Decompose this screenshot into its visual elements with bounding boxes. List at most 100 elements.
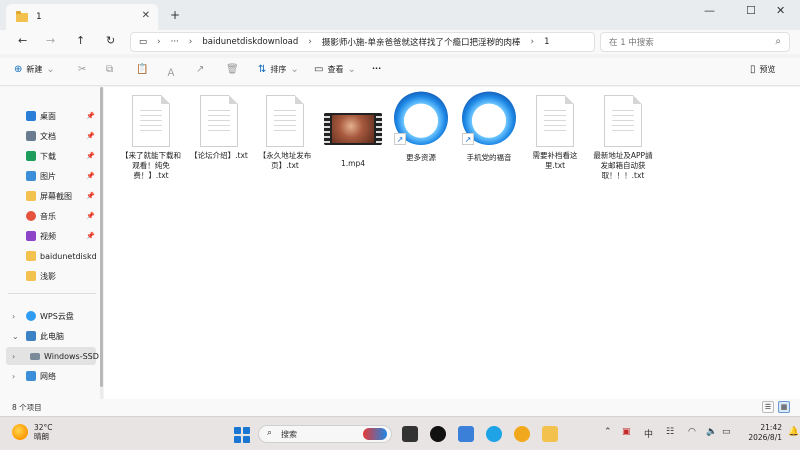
film-strip (324, 113, 330, 145)
forward-button[interactable]: → (46, 34, 55, 47)
maximize-button[interactable]: ☐ (746, 4, 756, 17)
system-clock[interactable]: 21:42 2026/8/1 (742, 423, 782, 443)
chevron-right-icon[interactable]: › (12, 312, 15, 321)
chevron-down-icon[interactable]: ⌄ (12, 332, 19, 341)
breadcrumb-segment-1[interactable]: baidunetdiskdownload (202, 37, 298, 47)
pin-icon: 📌 (86, 132, 95, 140)
taskbar-search[interactable]: ⌕ 搜索 (258, 425, 392, 443)
search-icon[interactable]: ⌕ (775, 36, 781, 47)
details-view-icon[interactable]: ☰ (762, 401, 774, 413)
search-placeholder: 在 1 中搜索 (609, 38, 654, 48)
sidebar-item-network[interactable]: › 网络 (0, 367, 96, 385)
app-icon[interactable] (514, 426, 530, 442)
app-icon[interactable] (458, 426, 474, 442)
sidebar-item-windows-ssd[interactable]: › Windows-SSD (6, 347, 99, 365)
sidebar-item-this-pc[interactable]: ⌄ 此电脑 (0, 327, 96, 345)
file-name: 【论坛介绍】.txt (190, 151, 248, 160)
chevron-right-icon[interactable]: › (12, 352, 15, 361)
rename-icon[interactable]: Ａ (166, 64, 176, 79)
speaker-icon[interactable]: 🔈 (706, 427, 717, 437)
wifi-icon[interactable]: ◠ (688, 427, 696, 437)
pin-icon: 📌 (86, 212, 95, 220)
new-button[interactable]: ⊕ 新建 ⌄ (14, 64, 55, 75)
chevron-up-icon[interactable]: ⌃ (604, 427, 612, 437)
refresh-button[interactable]: ↻ (106, 34, 115, 47)
sidebar-item-baidunetdisk[interactable]: baidunetdiskdo (0, 247, 96, 265)
file-item[interactable]: 【来了就能下载和观看！纯免费！】.txt (120, 95, 182, 181)
sidebar-item-downloads[interactable]: 下载 📌 (0, 147, 96, 165)
back-button[interactable]: ← (18, 34, 27, 47)
sidebar-item-documents[interactable]: 文档 📌 (0, 127, 96, 145)
preview-button[interactable]: ▯ 预览 (750, 64, 776, 75)
breadcrumb-segment-3[interactable]: 1 (544, 37, 549, 47)
tray-app-icon[interactable]: ▣ (622, 427, 631, 437)
view-icon: ▭ (314, 64, 324, 75)
taskbar-search-label: 搜索 (281, 429, 297, 439)
tab-title: 1 (36, 12, 42, 22)
sidebar-item-videos[interactable]: 视频 📌 (0, 227, 96, 245)
file-item[interactable]: ↗ 手机党的福音 (458, 91, 520, 163)
minimize-button[interactable]: — (704, 4, 715, 17)
large-icons-view-icon[interactable]: ▦ (778, 401, 790, 413)
sidebar-item-music[interactable]: 音乐 📌 (0, 207, 96, 225)
chevron-down-icon: ⌄ (290, 64, 299, 75)
divider (8, 293, 96, 294)
task-view-icon[interactable] (402, 426, 418, 442)
address-bar[interactable]: ▭ › ··· › baidunetdiskdownload › 摄影师小施-单… (130, 32, 595, 52)
file-name: 更多资源 (406, 153, 436, 162)
file-explorer-taskbar-icon[interactable] (542, 426, 558, 442)
tray-app-icon[interactable]: ☷ (666, 427, 674, 437)
file-item[interactable]: ↗ 更多资源 (390, 91, 452, 163)
sort-icon: ⇅ (258, 64, 267, 75)
sidebar-item-qianying[interactable]: 浅影 (0, 267, 96, 285)
text-file-icon (604, 95, 642, 147)
sidebar-item-screenshots[interactable]: 屏幕截图 📌 (0, 187, 96, 205)
tab-current[interactable]: 1 ✕ (6, 4, 158, 30)
sidebar-item-wps-cloud[interactable]: › WPS云盘 (0, 307, 96, 325)
view-button[interactable]: ▭ 查看 ⌄ (314, 64, 356, 75)
close-window-button[interactable]: ✕ (776, 4, 785, 17)
qq-browser-taskbar-icon[interactable] (486, 426, 502, 442)
preview-pane-icon: ▯ (750, 64, 756, 75)
qq-icon[interactable] (430, 426, 446, 442)
file-item[interactable]: 1.mp4 (322, 103, 384, 169)
delete-icon[interactable]: 🗑 (226, 64, 239, 75)
item-count: 8 个项目 (12, 403, 42, 412)
chevron-right-icon[interactable]: › (12, 372, 15, 381)
file-name: 【永久地址发布页】.txt (258, 151, 312, 170)
pictures-icon (26, 171, 36, 181)
pin-icon: 📌 (86, 112, 95, 120)
weather-widget[interactable]: 32°C 晴朗 (12, 423, 53, 441)
address-overflow-button[interactable]: ··· (171, 37, 179, 47)
chevron-right-icon: › (188, 37, 193, 47)
battery-icon[interactable]: ▭ (722, 427, 731, 437)
more-options-button[interactable]: ··· (372, 64, 381, 73)
file-item[interactable]: 需要补档看这里.txt (524, 95, 586, 171)
sidebar-scrollbar-thumb[interactable] (100, 87, 103, 387)
qq-browser-icon: ↗ (462, 91, 516, 145)
file-item[interactable]: 【论坛介绍】.txt (188, 95, 250, 161)
network-icon (26, 371, 36, 381)
tab-close-icon[interactable]: ✕ (142, 10, 150, 21)
new-tab-button[interactable]: + (170, 8, 180, 22)
notification-icon[interactable]: 🔔 (788, 427, 799, 437)
sidebar-item-pictures[interactable]: 图片 📌 (0, 167, 96, 185)
copy-icon[interactable]: ⧉ (106, 64, 113, 75)
search-box[interactable]: 在 1 中搜索 ⌕ (600, 32, 790, 52)
sort-button[interactable]: ⇅ 排序 ⌄ (258, 64, 299, 75)
cut-icon[interactable]: ✂ (78, 64, 86, 75)
start-button[interactable] (234, 427, 250, 443)
preview-label: 预览 (759, 65, 776, 74)
pin-icon: 📌 (86, 152, 95, 160)
share-icon[interactable]: ↗ (196, 64, 204, 75)
paste-icon[interactable]: 📋 (136, 64, 148, 75)
weather-temperature: 32°C (34, 423, 53, 432)
file-explorer-window: 1 ✕ + — ☐ ✕ ← → ↑ ↻ ▭ › ··· › baidunetdi… (0, 0, 800, 416)
sidebar-item-desktop[interactable]: 桌面 📌 (0, 107, 96, 125)
breadcrumb-segment-2[interactable]: 摄影师小施-单亲爸爸就这样找了个瘾口把淫秽的肉棒 (322, 36, 521, 48)
ime-lang-indicator[interactable]: 中 (644, 427, 653, 440)
file-item[interactable]: 最新地址及APP請发邮箱自动获取！！！.txt (592, 95, 654, 181)
videos-icon (26, 231, 36, 241)
file-item[interactable]: 【永久地址发布页】.txt (254, 95, 316, 171)
up-button[interactable]: ↑ (76, 34, 85, 47)
